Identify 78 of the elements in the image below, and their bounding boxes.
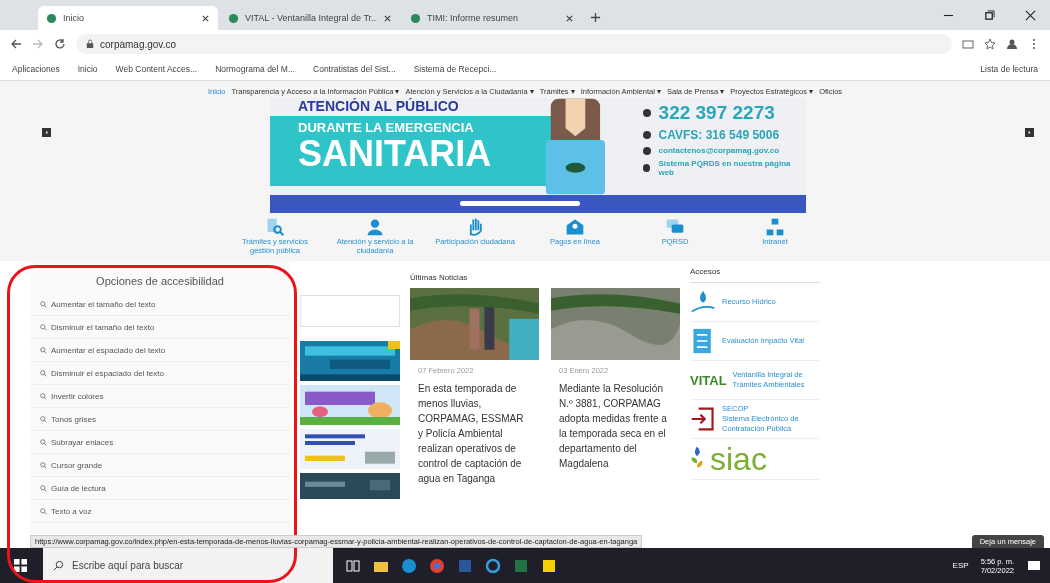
search-icon — [53, 560, 64, 571]
option-icon — [40, 300, 47, 308]
option-icon — [40, 369, 47, 377]
share-icon[interactable] — [962, 38, 974, 50]
search-icon — [265, 217, 285, 237]
logo: siac — [710, 443, 767, 475]
option-icon — [40, 438, 47, 446]
close-icon[interactable] — [565, 13, 574, 23]
site-icon — [228, 12, 239, 24]
site-icon — [46, 12, 57, 24]
bookmark[interactable]: Web Content Acces... — [115, 64, 198, 74]
accessibility-option[interactable]: Aumentar el tamaño del texto — [30, 293, 290, 316]
section-heading: Últimas Noticias — [410, 273, 469, 282]
next-slide-icon[interactable] — [1025, 128, 1034, 137]
news-headline[interactable]: En esta temporada de menos lluvias, CORPAMAG, ESSMAR y Policía Ambiental realizan operativos de control de captación de agua en Taganga — [410, 381, 539, 486]
browser-icon[interactable] — [401, 557, 417, 574]
banner-subtitle: DURANTE LA EMERGENCIA — [298, 120, 475, 135]
bookmark[interactable]: Sistema de Recepci... — [413, 64, 497, 74]
sticky-notes-icon[interactable] — [541, 557, 557, 574]
bookmark[interactable]: Aplicaciones — [12, 64, 60, 74]
close-icon[interactable] — [201, 13, 210, 23]
windows-icon[interactable] — [14, 559, 27, 572]
profile-icon[interactable] — [1006, 38, 1018, 50]
accessibility-option[interactable]: Tonos grises — [30, 408, 290, 431]
accessibility-option[interactable]: Disminuir el tamaño del texto — [30, 316, 290, 339]
language-indicator[interactable]: ESP — [952, 561, 969, 570]
accessibility-option[interactable]: Disminuir el espaciado del texto — [30, 362, 290, 385]
logo: VITAL — [690, 372, 727, 388]
option-icon — [40, 392, 47, 400]
option-icon — [40, 415, 47, 423]
restore-icon[interactable] — [984, 10, 995, 21]
accessibility-option[interactable]: Texto a voz — [30, 500, 290, 523]
task-view-icon[interactable] — [345, 557, 361, 574]
excel-icon[interactable] — [513, 557, 529, 574]
browser-tab[interactable]: VITAL - Ventanilla Integral de Tr... — [220, 6, 400, 30]
reload-icon[interactable] — [54, 38, 66, 50]
close-icon[interactable] — [383, 13, 392, 23]
banner-title: SANITARIA — [298, 135, 493, 173]
option-icon — [40, 346, 47, 354]
banner-text: Sistema PQRDS en nuestra página web — [658, 159, 792, 177]
news-headline[interactable]: Mediante la Resolución N.º 3881, CORPAMAG adopta medidas frente a la temporada seca en el departamento del Magdalena — [551, 381, 680, 471]
panel-title: Opciones de accesibilidad — [95, 274, 225, 289]
accessibility-option[interactable]: Cursor grande — [30, 454, 290, 477]
bookmark[interactable]: Inicio — [77, 64, 98, 74]
phone-number: CAVFS: 316 549 5006 — [658, 128, 780, 142]
network-icon — [765, 217, 785, 237]
option-icon — [40, 323, 47, 331]
browser-icon[interactable] — [485, 557, 501, 574]
option-icon — [40, 484, 47, 492]
accessibility-option[interactable]: Invertir colores — [30, 385, 290, 408]
bookmark[interactable]: Normograma del M... — [215, 64, 295, 74]
new-tab-icon[interactable] — [590, 12, 601, 23]
option-icon — [40, 461, 47, 469]
banner-heading: ATENCIÓN AL PÚBLICO — [297, 98, 460, 114]
section-heading: Accesos — [690, 267, 820, 283]
back-icon[interactable] — [10, 38, 22, 50]
browser-icon[interactable] — [429, 557, 445, 574]
address-bar[interactable]: corpamag.gov.co — [76, 34, 952, 54]
search-field[interactable] — [300, 295, 400, 327]
email-address: contactenos@corpamag.gov.co — [658, 146, 780, 155]
water-drop-icon — [690, 289, 716, 315]
browser-tab[interactable]: Inicio — [38, 6, 218, 30]
reading-list-link[interactable]: Lista de lectura — [980, 64, 1038, 74]
previous-slide-icon[interactable] — [42, 128, 51, 137]
accessibility-option[interactable]: Subrayar enlaces — [30, 431, 290, 454]
lock-icon — [86, 39, 94, 49]
login-arrow-icon — [690, 406, 716, 432]
site-icon — [410, 12, 421, 24]
accessibility-option[interactable]: Aumentar el espaciado del texto — [30, 339, 290, 362]
star-icon[interactable] — [984, 38, 996, 50]
browser-tab[interactable]: TIMI: Informe resumen — [402, 6, 582, 30]
phone-number: 322 397 2273 — [658, 102, 775, 124]
person-icon — [365, 217, 385, 237]
accessibility-option[interactable]: Guía de lectura — [30, 477, 290, 500]
close-icon[interactable] — [1025, 10, 1036, 21]
bookmark[interactable]: Contratistas del Sist... — [313, 64, 396, 74]
option-icon — [40, 507, 47, 515]
taskbar-search-field[interactable]: Escribe aquí para buscar — [43, 548, 333, 583]
